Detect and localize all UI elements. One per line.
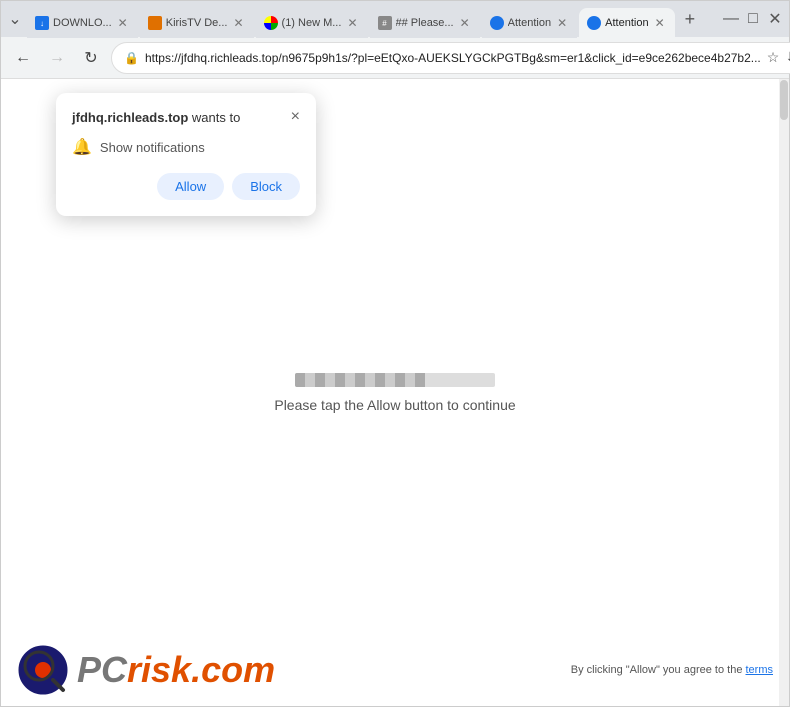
minimize-button[interactable]: — [721, 9, 741, 29]
tab-favicon-please: # [378, 16, 392, 30]
forward-button[interactable]: → [43, 44, 71, 72]
tab-close-kiristry[interactable]: ✕ [231, 14, 245, 32]
page-instruction: Please tap the Allow button to continue [274, 397, 515, 413]
progress-bar-container [295, 373, 495, 387]
toolbar: ← → ↻ 🔒 https://jfdhq.richleads.top/n967… [1, 37, 789, 79]
tab-close-please[interactable]: ✕ [458, 14, 472, 32]
tab-attention2[interactable]: Attention ✕ [579, 8, 674, 38]
tab-label-download: DOWNLO... [53, 17, 112, 29]
address-bar[interactable]: 🔒 https://jfdhq.richleads.top/n9675p9h1s… [111, 42, 790, 74]
tab-label-attention2: Attention [605, 17, 648, 29]
pcrisk-logo-icon [17, 644, 69, 696]
popup-title: jfdhq.richleads.top wants to [72, 110, 240, 125]
tab-bar: ⌄ ↓ DOWNLO... ✕ KirisTV De... ✕ (1) New … [1, 1, 789, 37]
tab-favicon-attention1 [490, 16, 504, 30]
tab-close-download[interactable]: ✕ [116, 14, 130, 32]
tab-favicon-download: ↓ [35, 16, 49, 30]
popup-domain: jfdhq.richleads.top [72, 110, 188, 125]
tab-close-new-m[interactable]: ✕ [345, 14, 359, 32]
popup-permission-label: Show notifications [100, 140, 205, 155]
tab-please[interactable]: # ## Please... ✕ [370, 8, 480, 38]
progress-bar-fill [295, 373, 425, 387]
tab-label-attention1: Attention [508, 17, 551, 29]
tab-favicon-kiristry [148, 16, 162, 30]
tab-download[interactable]: ↓ DOWNLO... ✕ [27, 8, 138, 38]
tab-kiristry[interactable]: KirisTV De... ✕ [140, 8, 254, 38]
popup-wants-to: wants to [188, 110, 240, 125]
new-tab-button[interactable]: + [677, 5, 704, 34]
bell-icon: 🔔 [72, 137, 92, 157]
back-button[interactable]: ← [9, 44, 37, 72]
tab-close-attention1[interactable]: ✕ [555, 14, 569, 32]
refresh-button[interactable]: ↻ [77, 44, 105, 72]
tab-label-new-m: (1) New M... [282, 17, 342, 29]
logo-com: com [201, 649, 275, 690]
footer-notice: By clicking "Allow" you agree to the ter… [571, 664, 773, 676]
logo-risk: risk [127, 649, 191, 690]
page-footer: PCrisk.com By clicking "Allow" you agree… [1, 634, 789, 706]
tab-favicon-new-m [264, 16, 278, 30]
pcrisk-logo: PCrisk.com [17, 644, 275, 696]
content-area: jfdhq.richleads.top wants to × 🔔 Show no… [1, 79, 789, 706]
logo-text: PCrisk.com [77, 652, 275, 688]
tab-new-m[interactable]: (1) New M... ✕ [256, 8, 368, 38]
browser-frame: ⌄ ↓ DOWNLO... ✕ KirisTV De... ✕ (1) New … [0, 0, 790, 707]
scrollbar-thumb[interactable] [780, 80, 788, 120]
popup-header: jfdhq.richleads.top wants to × [72, 109, 300, 125]
popup-close-button[interactable]: × [291, 109, 300, 125]
logo-pc: PC [77, 649, 127, 690]
allow-button[interactable]: Allow [157, 173, 224, 200]
footer-terms-link[interactable]: terms [746, 664, 774, 676]
tab-list-icon[interactable]: ⌄ [5, 9, 25, 29]
tab-label-please: ## Please... [396, 17, 454, 29]
footer-notice-text: By clicking "Allow" you agree to the [571, 664, 743, 676]
tab-close-attention2[interactable]: ✕ [653, 14, 667, 32]
popup-permission-row: 🔔 Show notifications [72, 137, 300, 157]
close-window-button[interactable]: ✕ [765, 9, 785, 29]
address-text: https://jfdhq.richleads.top/n9675p9h1s/?… [145, 51, 761, 65]
lock-icon: 🔒 [124, 51, 139, 65]
notification-popup: jfdhq.richleads.top wants to × 🔔 Show no… [56, 93, 316, 216]
popup-buttons: Allow Block [72, 173, 300, 200]
logo-dot: . [191, 649, 201, 690]
bookmark-star-icon[interactable]: ☆ [767, 49, 780, 66]
download-icon[interactable]: ⬇ [785, 49, 790, 66]
maximize-button[interactable]: □ [743, 9, 763, 29]
tab-attention1[interactable]: Attention ✕ [482, 8, 577, 38]
scrollbar[interactable] [779, 79, 789, 706]
block-button[interactable]: Block [232, 173, 300, 200]
tab-label-kiristry: KirisTV De... [166, 17, 228, 29]
tab-favicon-attention2 [587, 16, 601, 30]
